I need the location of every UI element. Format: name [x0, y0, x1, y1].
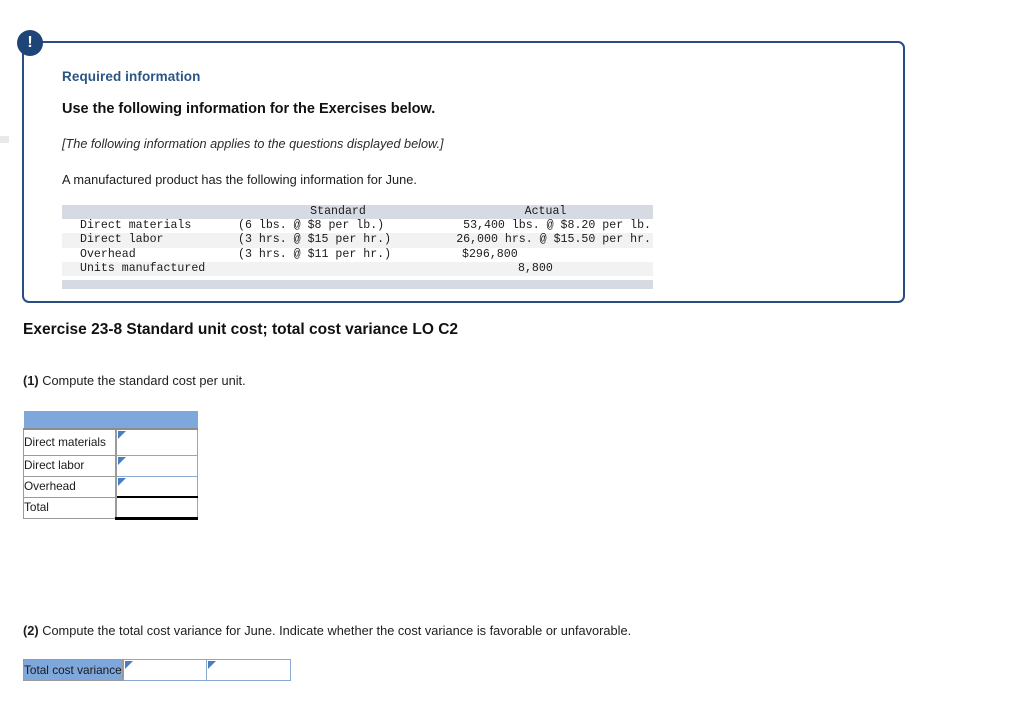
- question-2-number: (2): [23, 623, 39, 638]
- row-standard: (3 hrs. @ $11 per hr.): [238, 247, 438, 262]
- table-row: Units manufactured 8,800: [62, 261, 653, 277]
- applies-note: [The following information applies to th…: [62, 137, 444, 151]
- input-overhead[interactable]: [115, 475, 198, 498]
- table-row: Direct materials (6 lbs. @ $8 per lb.) 5…: [62, 219, 653, 234]
- standard-cost-answer-table: Direct materials Direct labor Overhead T…: [23, 411, 198, 520]
- row-label-total: Total: [23, 496, 117, 519]
- exercise-heading: Exercise 23-8 Standard unit cost; total …: [23, 321, 459, 338]
- input-direct-materials[interactable]: [115, 428, 198, 456]
- data-table-header-row: Standard Actual: [62, 205, 653, 220]
- data-header-standard: Standard: [238, 205, 438, 220]
- row-actual: 26,000 hrs. @ $15.50 per hr.: [438, 233, 653, 248]
- required-information-panel: Required information Use the following i…: [22, 41, 905, 303]
- table-row: Total: [23, 496, 198, 520]
- table-row: Overhead: [23, 475, 198, 498]
- panel-content: Required information Use the following i…: [62, 69, 882, 290]
- question-1-text: (1) Compute the standard cost per unit.: [23, 373, 246, 388]
- page-root: Required information Use the following i…: [0, 0, 1024, 719]
- exclamation-icon: !: [17, 30, 43, 56]
- table-row: Overhead (3 hrs. @ $11 per hr.) $296,800: [62, 247, 653, 262]
- table-row: Direct labor (3 hrs. @ $15 per hr.) 26,0…: [62, 233, 653, 248]
- table-row: Total cost variance: [22, 659, 292, 681]
- intro-text: A manufactured product has the following…: [62, 172, 417, 187]
- question-2-text: (2) Compute the total cost variance for …: [23, 623, 631, 638]
- table-row: Direct labor: [23, 454, 198, 477]
- answer-header-value: [115, 411, 198, 430]
- total-cost-variance-answer-table: Total cost variance: [22, 659, 292, 681]
- row-actual: $296,800: [438, 247, 653, 262]
- left-edge-fragment: [0, 136, 9, 143]
- row-label-direct-materials: Direct materials: [23, 428, 117, 456]
- row-actual: 53,400 lbs. @ $8.20 per lb.: [438, 219, 653, 234]
- table-row: Direct materials: [23, 428, 198, 456]
- data-table-footer-bar: [62, 280, 653, 290]
- answer-header-row: [23, 411, 198, 430]
- input-variance-direction[interactable]: [206, 659, 292, 681]
- row-label-overhead: Overhead: [23, 475, 117, 498]
- row-standard: [238, 261, 438, 277]
- input-variance-amount[interactable]: [122, 659, 208, 681]
- answer-header-label: [23, 411, 116, 430]
- panel-subtitle: Use the following information for the Ex…: [62, 101, 436, 117]
- input-total[interactable]: [115, 496, 198, 520]
- question-2-body: Compute the total cost variance for June…: [42, 623, 632, 638]
- question-1-body: Compute the standard cost per unit.: [42, 373, 246, 388]
- row-label: Overhead: [62, 247, 238, 262]
- row-label-total-cost-variance: Total cost variance: [22, 659, 124, 681]
- row-actual: 8,800: [438, 261, 653, 277]
- data-header-blank: [62, 205, 238, 220]
- row-label-direct-labor: Direct labor: [23, 454, 117, 477]
- question-1-number: (1): [23, 373, 39, 388]
- required-information-label: Required information: [62, 69, 201, 84]
- row-label: Direct labor: [62, 233, 238, 248]
- input-direct-labor[interactable]: [115, 454, 198, 477]
- row-standard: (3 hrs. @ $15 per hr.): [238, 233, 438, 248]
- row-label: Direct materials: [62, 219, 238, 234]
- row-standard: (6 lbs. @ $8 per lb.): [238, 219, 438, 234]
- row-label: Units manufactured: [62, 261, 238, 277]
- data-header-actual: Actual: [438, 205, 653, 220]
- standard-actual-table: Standard Actual Direct materials (6 lbs.…: [62, 205, 653, 290]
